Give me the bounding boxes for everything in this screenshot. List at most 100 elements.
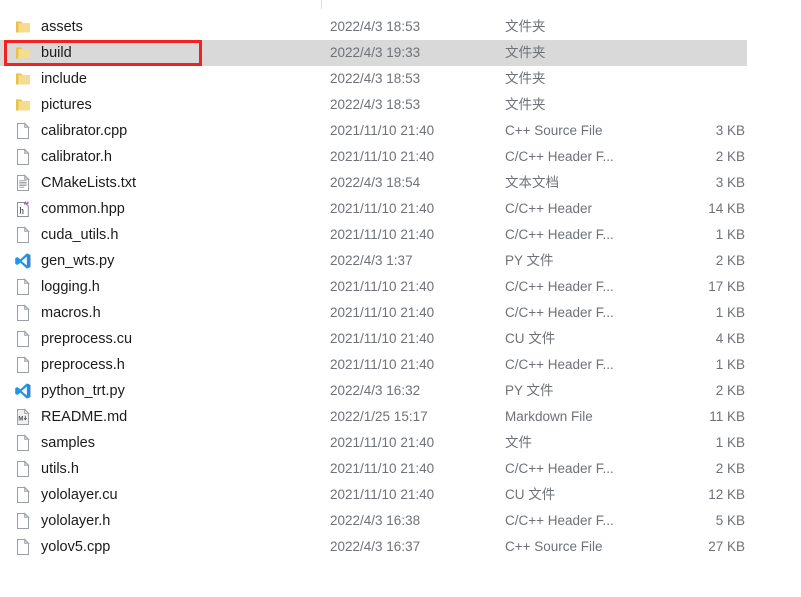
blank-file-icon	[14, 434, 32, 452]
cell-date-modified: 2022/4/3 16:32	[330, 383, 421, 398]
cell-size: 2 KB	[715, 461, 745, 476]
cell-size: 3 KB	[715, 123, 745, 138]
cell-name[interactable]: preprocess.h	[14, 352, 314, 378]
cell-date-modified: 2022/4/3 16:38	[330, 513, 421, 528]
cell-name[interactable]: M README.md	[14, 404, 314, 430]
cell-name[interactable]: build	[14, 40, 314, 66]
cell-size: 27 KB	[708, 539, 745, 554]
cell-name[interactable]: cuda_utils.h	[14, 222, 314, 248]
cell-name[interactable]: pictures	[14, 92, 314, 118]
table-row[interactable]: preprocess.h 2021/11/10 21:40 C/C++ Header…	[0, 352, 801, 378]
file-name-label: common.hpp	[41, 201, 125, 217]
cell-name[interactable]: assets	[14, 14, 314, 40]
cell-type: 文件	[505, 435, 532, 450]
file-name-label: macros.h	[41, 305, 101, 321]
cell-name[interactable]: yolov5.cpp	[14, 534, 314, 560]
cell-name[interactable]: logging.h	[14, 274, 314, 300]
table-row[interactable]: preprocess.cu 2021/11/10 21:40 CU 文件 4 KB	[0, 326, 801, 352]
cell-name[interactable]: yololayer.h	[14, 508, 314, 534]
file-name-label: samples	[41, 435, 95, 451]
blank-file-icon	[14, 304, 32, 322]
blank-file-icon	[14, 538, 32, 556]
cell-name[interactable]: h common.hpp	[14, 196, 314, 222]
cell-type: CU 文件	[505, 331, 556, 346]
cell-size: 2 KB	[715, 149, 745, 164]
cell-date-modified: 2021/11/10 21:40	[330, 149, 435, 164]
table-row[interactable]: cuda_utils.h 2021/11/10 21:40 C/C++ Header…	[0, 222, 801, 248]
cell-date-modified: 2021/11/10 21:40	[330, 123, 435, 138]
file-name-label: README.md	[41, 409, 128, 425]
blank-file-icon	[14, 356, 32, 374]
cell-name[interactable]: CMakeLists.txt	[14, 170, 314, 196]
cell-name[interactable]: utils.h	[14, 456, 314, 482]
table-row[interactable]: utils.h 2021/11/10 21:40 C/C++ Header F...…	[0, 456, 801, 482]
cell-size: 1 KB	[715, 227, 745, 242]
cell-size: 11 KB	[709, 409, 745, 424]
cell-type: PY 文件	[505, 253, 554, 268]
cell-name[interactable]: python_trt.py	[14, 378, 314, 404]
file-name-label: yololayer.h	[41, 513, 111, 529]
table-row[interactable]: yololayer.h 2022/4/3 16:38 C/C++ Header F.…	[0, 508, 801, 534]
vscode-icon	[14, 252, 32, 270]
table-row[interactable]: logging.h 2021/11/10 21:40 C/C++ Header F.…	[0, 274, 801, 300]
blank-file-icon	[14, 330, 32, 348]
table-row[interactable]: h common.hpp 2021/11/10 21:40 C/C++ Header 1…	[0, 196, 801, 222]
cell-date-modified: 2022/1/25 15:17	[330, 409, 428, 424]
cell-name[interactable]: calibrator.cpp	[14, 118, 314, 144]
cell-date-modified: 2022/4/3 18:53	[330, 19, 421, 34]
cell-name[interactable]: preprocess.cu	[14, 326, 314, 352]
cell-date-modified: 2021/11/10 21:40	[330, 305, 435, 320]
cell-name[interactable]: gen_wts.py	[14, 248, 314, 274]
table-row[interactable]: include 2022/4/3 18:53 文件夹	[0, 66, 801, 92]
cell-type: 文件夹	[505, 97, 546, 112]
cell-name[interactable]: macros.h	[14, 300, 314, 326]
svg-text:M: M	[18, 416, 23, 422]
cell-size	[625, 66, 745, 92]
table-row[interactable]: python_trt.py 2022/4/3 16:32 PY 文件 2 KB	[0, 378, 801, 404]
cell-type: C/C++ Header	[505, 201, 593, 216]
cell-type: 文件夹	[505, 19, 546, 34]
file-name-label: python_trt.py	[41, 383, 125, 399]
blank-file-icon	[14, 226, 32, 244]
cell-date-modified: 2021/11/10 21:40	[330, 435, 435, 450]
table-row[interactable]: build 2022/4/3 19:33 文件夹	[0, 40, 801, 66]
table-row[interactable]: gen_wts.py 2022/4/3 1:37 PY 文件 2 KB	[0, 248, 801, 274]
cell-name[interactable]: include	[14, 66, 314, 92]
svg-text:h: h	[19, 206, 24, 216]
table-row[interactable]: samples 2021/11/10 21:40 文件 1 KB	[0, 430, 801, 456]
file-name-label: utils.h	[41, 461, 79, 477]
file-list: assets 2022/4/3 18:53 文件夹 build 2022/4/3 19:…	[0, 14, 801, 560]
cell-name[interactable]: calibrator.h	[14, 144, 314, 170]
table-row[interactable]: assets 2022/4/3 18:53 文件夹	[0, 14, 801, 40]
blank-file-icon	[14, 278, 32, 296]
table-row[interactable]: pictures 2022/4/3 18:53 文件夹	[0, 92, 801, 118]
cell-type: C/C++ Header F...	[505, 513, 614, 528]
table-row[interactable]: macros.h 2021/11/10 21:40 C/C++ Header F..…	[0, 300, 801, 326]
cell-size: 4 KB	[715, 331, 745, 346]
cell-size	[625, 92, 745, 118]
table-row[interactable]: yololayer.cu 2021/11/10 21:40 CU 文件 12 KB	[0, 482, 801, 508]
cell-date-modified: 2021/11/10 21:40	[330, 227, 435, 242]
table-row[interactable]: calibrator.h 2021/11/10 21:40 C/C++ Header…	[0, 144, 801, 170]
table-row[interactable]: calibrator.cpp 2021/11/10 21:40 C++ Source…	[0, 118, 801, 144]
table-row[interactable]: yolov5.cpp 2022/4/3 16:37 C++ Source File 2…	[0, 534, 801, 560]
markdown-icon: M	[14, 408, 32, 426]
file-name-label: logging.h	[41, 279, 100, 295]
cell-date-modified: 2021/11/10 21:40	[330, 331, 435, 346]
cell-type: 文本文档	[505, 175, 559, 190]
cell-size	[625, 14, 745, 40]
blank-file-icon	[14, 486, 32, 504]
table-row[interactable]: CMakeLists.txt 2022/4/3 18:54 文本文档 3 KB	[0, 170, 801, 196]
file-name-label: assets	[41, 19, 83, 35]
cell-type: C/C++ Header F...	[505, 305, 614, 320]
cell-type: C/C++ Header F...	[505, 357, 614, 372]
cell-type: C++ Source File	[505, 123, 603, 138]
cell-date-modified: 2021/11/10 21:40	[330, 279, 435, 294]
cell-size: 1 KB	[715, 305, 745, 320]
cell-name[interactable]: samples	[14, 430, 314, 456]
column-divider[interactable]	[321, 0, 322, 9]
cell-type: C/C++ Header F...	[505, 227, 614, 242]
folder-icon	[14, 18, 32, 36]
cell-name[interactable]: yololayer.cu	[14, 482, 314, 508]
table-row[interactable]: M README.md 2022/1/25 15:17 Markdown File 11…	[0, 404, 801, 430]
